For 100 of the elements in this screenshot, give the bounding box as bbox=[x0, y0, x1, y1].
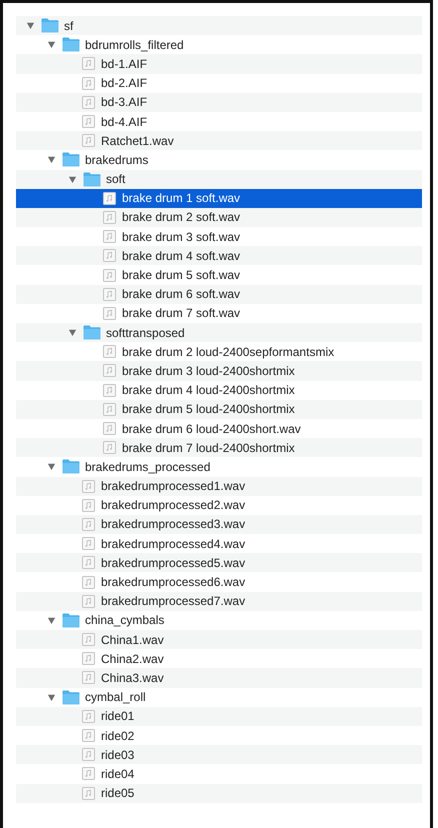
audio-file-icon bbox=[82, 498, 95, 512]
audio-file-icon bbox=[82, 710, 95, 723]
item-name: brakedrumprocessed6.wav bbox=[101, 574, 246, 590]
tree-row[interactable]: soft bbox=[16, 170, 422, 189]
item-name: soft bbox=[106, 171, 126, 188]
item-name: ride03 bbox=[101, 746, 134, 763]
item-name: brake drum 3 loud-2400shortmix bbox=[122, 362, 295, 379]
item-name: brakedrumprocessed1.wav bbox=[101, 478, 246, 494]
audio-file-icon bbox=[82, 786, 95, 800]
tree-row[interactable]: brake drum 1 soft.wav bbox=[16, 188, 422, 208]
item-name: brakedrums_processed bbox=[85, 458, 210, 475]
tree-row[interactable]: brake drum 3 soft.wav bbox=[16, 227, 422, 246]
folder-icon bbox=[62, 612, 80, 628]
tree-row[interactable]: China2.wav bbox=[16, 649, 422, 668]
item-name: ride01 bbox=[101, 708, 134, 724]
item-name: China3.wav bbox=[101, 670, 164, 686]
item-name: brake drum 2 loud-2400sepformantsmix bbox=[122, 344, 334, 360]
tree-row[interactable]: bd-3.AIF bbox=[16, 92, 422, 112]
audio-file-icon bbox=[82, 576, 95, 589]
audio-file-icon bbox=[82, 652, 95, 666]
disclosure-triangle-icon[interactable] bbox=[47, 40, 56, 50]
audio-file-icon bbox=[103, 441, 116, 454]
item-name: bdrumrolls_filtered bbox=[85, 36, 184, 53]
disclosure-triangle-icon[interactable] bbox=[47, 616, 56, 625]
tree-row[interactable]: cymbal_roll bbox=[16, 688, 422, 707]
tree-row[interactable]: brake drum 5 loud-2400shortmix bbox=[16, 400, 422, 419]
disclosure-triangle-icon[interactable] bbox=[68, 328, 77, 338]
audio-file-icon bbox=[103, 230, 116, 244]
audio-file-icon bbox=[103, 288, 116, 301]
tree-row[interactable]: brake drum 4 loud-2400shortmix bbox=[16, 380, 422, 400]
audio-file-icon bbox=[103, 210, 116, 224]
audio-file-icon bbox=[82, 748, 95, 762]
folder-icon bbox=[83, 325, 101, 340]
item-name: Ratchet1.wav bbox=[101, 132, 174, 149]
item-name: ride04 bbox=[101, 766, 134, 782]
audio-file-icon bbox=[82, 594, 95, 608]
item-name: brakedrumprocessed2.wav bbox=[101, 497, 246, 514]
audio-file-icon bbox=[103, 364, 116, 378]
audio-file-icon bbox=[82, 96, 95, 109]
item-name: brakedrumprocessed3.wav bbox=[101, 516, 246, 532]
tree-row[interactable]: brakedrumprocessed3.wav bbox=[16, 514, 422, 534]
item-name: brake drum 5 loud-2400shortmix bbox=[122, 401, 295, 418]
tree-row[interactable]: sf bbox=[16, 16, 422, 36]
folder-icon bbox=[62, 37, 80, 52]
audio-file-icon bbox=[82, 729, 95, 742]
tree-row[interactable]: ride01 bbox=[16, 706, 422, 726]
audio-file-icon bbox=[103, 192, 116, 205]
tree-row[interactable]: brake drum 6 soft.wav bbox=[16, 284, 422, 304]
tree-row[interactable]: bdrumrolls_filtered bbox=[16, 35, 422, 54]
item-name: sf bbox=[64, 18, 74, 34]
audio-file-icon bbox=[82, 671, 95, 684]
audio-file-icon bbox=[82, 134, 95, 148]
item-name: China2.wav bbox=[101, 650, 164, 667]
audio-file-icon bbox=[103, 384, 116, 397]
tree-row[interactable]: brakedrumprocessed5.wav bbox=[16, 553, 422, 572]
tree-row[interactable]: brake drum 2 loud-2400sepformantsmix bbox=[16, 342, 422, 362]
tree-row[interactable]: brake drum 2 soft.wav bbox=[16, 208, 422, 228]
tree-row[interactable]: China1.wav bbox=[16, 630, 422, 650]
audio-file-icon bbox=[82, 556, 95, 570]
item-name: brakedrumprocessed4.wav bbox=[101, 536, 246, 552]
item-name: brake drum 7 soft.wav bbox=[122, 305, 240, 322]
tree-row[interactable]: ride05 bbox=[16, 784, 422, 803]
audio-file-icon bbox=[82, 633, 95, 646]
audio-file-icon bbox=[82, 518, 95, 531]
item-name: brake drum 6 soft.wav bbox=[122, 286, 240, 302]
folder-icon bbox=[62, 152, 80, 168]
item-name: brakedrums bbox=[85, 152, 148, 168]
folder-icon bbox=[83, 172, 101, 187]
audio-file-icon bbox=[103, 249, 116, 262]
item-name: brake drum 1 soft.wav bbox=[122, 190, 240, 206]
tree-row[interactable]: brakedrumprocessed7.wav bbox=[16, 592, 422, 611]
tree-row[interactable]: China3.wav bbox=[16, 668, 422, 688]
audio-file-icon bbox=[82, 480, 95, 493]
disclosure-triangle-icon[interactable] bbox=[47, 155, 56, 164]
item-name: brake drum 4 soft.wav bbox=[122, 248, 240, 264]
tree-row[interactable]: brakedrumprocessed2.wav bbox=[16, 496, 422, 515]
disclosure-triangle-icon[interactable] bbox=[26, 21, 35, 30]
item-name: china_cymbals bbox=[85, 612, 164, 628]
item-name: bd-1.AIF bbox=[101, 56, 148, 72]
item-name: brakedrumprocessed5.wav bbox=[101, 554, 246, 571]
tree-row[interactable]: brakedrumprocessed4.wav bbox=[16, 534, 422, 554]
tree-row[interactable]: ride03 bbox=[16, 745, 422, 764]
tree-row[interactable]: brake drum 4 soft.wav bbox=[16, 246, 422, 266]
tree-row[interactable]: brake drum 7 loud-2400shortmix bbox=[16, 438, 422, 458]
audio-file-icon bbox=[103, 268, 116, 282]
tree-row[interactable]: Ratchet1.wav bbox=[16, 131, 422, 150]
tree-row[interactable]: bd-2.AIF bbox=[16, 74, 422, 93]
item-name: bd-3.AIF bbox=[101, 94, 148, 110]
disclosure-triangle-icon[interactable] bbox=[47, 692, 56, 702]
audio-file-icon bbox=[103, 422, 116, 436]
item-name: brake drum 7 loud-2400shortmix bbox=[122, 440, 295, 456]
item-name: brakedrumprocessed7.wav bbox=[101, 593, 246, 610]
tree-row[interactable]: brakedrumprocessed1.wav bbox=[16, 476, 422, 496]
tree-row[interactable]: softtransposed bbox=[16, 323, 422, 342]
disclosure-triangle-icon[interactable] bbox=[47, 462, 56, 472]
tree-row[interactable]: brake drum 3 loud-2400shortmix bbox=[16, 361, 422, 381]
folder-icon bbox=[41, 18, 59, 34]
tree-row[interactable]: bd-1.AIF bbox=[16, 54, 422, 74]
disclosure-triangle-icon[interactable] bbox=[68, 174, 77, 184]
item-name: brake drum 4 loud-2400shortmix bbox=[122, 382, 295, 398]
